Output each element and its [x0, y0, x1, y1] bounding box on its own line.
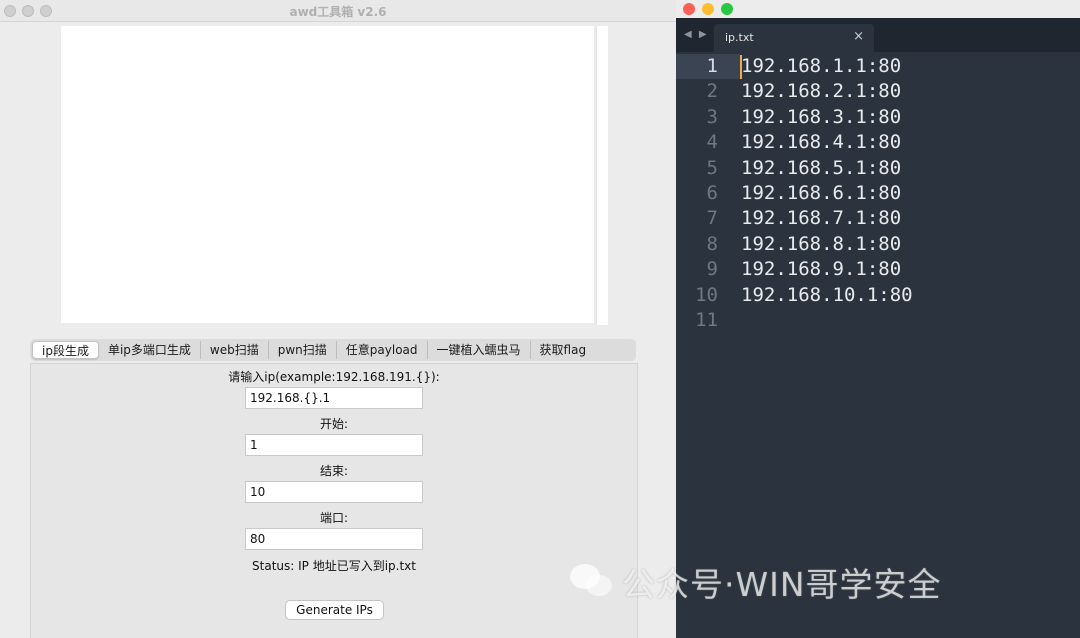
- end-input[interactable]: 10: [245, 481, 423, 503]
- code-line: 192.168.9.1:80: [741, 258, 902, 280]
- tab-1[interactable]: 单ip多端口生成: [99, 341, 201, 359]
- line-number: 11: [695, 309, 718, 331]
- tool-window-title: awd工具箱 v2.6: [289, 5, 387, 19]
- code-line: 192.168.8.1:80: [741, 233, 902, 255]
- code-line: 192.168.3.1:80: [741, 106, 902, 128]
- line-number: 10: [695, 284, 718, 306]
- editor-zoom-window-icon[interactable]: [721, 3, 733, 15]
- line-number: 7: [706, 207, 718, 229]
- output-scrollbar[interactable]: [596, 26, 608, 325]
- editor-close-window-icon[interactable]: [683, 3, 695, 15]
- port-label: 端口:: [319, 511, 349, 525]
- line-number: 5: [706, 157, 718, 179]
- editor-titlebar: [676, 0, 1080, 18]
- tab-5[interactable]: 一键植入蠕虫马: [428, 341, 531, 359]
- tab-6[interactable]: 获取flag: [531, 341, 596, 359]
- tab-0[interactable]: ip段生成: [32, 341, 99, 359]
- code-line: 192.168.4.1:80: [741, 131, 902, 153]
- screen: awd工具箱 v2.6 ip段生成 单ip多端口生成 web扫描 pwn扫描 任意pay…: [0, 0, 1080, 638]
- start-input[interactable]: 1: [245, 434, 423, 456]
- editor-window-controls: [683, 3, 733, 15]
- code-line: 192.168.1.1:80: [741, 55, 902, 77]
- awd-tool-window: awd工具箱 v2.6 ip段生成 单ip多端口生成 web扫描 pwn扫描 任意pay…: [0, 0, 676, 638]
- ip-pattern-label: 请输入ip(example:192.168.191.{}):: [228, 370, 440, 384]
- line-number: 9: [706, 258, 718, 280]
- line-number: 3: [706, 106, 718, 128]
- watermark-text: 公众号·WIN哥学安全: [622, 565, 942, 604]
- port-input[interactable]: 80: [245, 528, 423, 550]
- tool-titlebar: awd工具箱 v2.6: [0, 0, 676, 22]
- code-line: 192.168.2.1:80: [741, 80, 902, 102]
- line-number: 1: [706, 55, 718, 77]
- tab-4[interactable]: 任意payload: [337, 341, 428, 359]
- editor-minimize-window-icon[interactable]: [702, 3, 714, 15]
- line-number: 4: [706, 131, 718, 153]
- code-line: 192.168.10.1:80: [741, 284, 913, 306]
- close-tab-icon[interactable]: ×: [853, 29, 864, 44]
- editor-tab-bar: ◀ ▶ ip.txt ×: [676, 18, 1080, 52]
- ip-pattern-input[interactable]: 192.168.{}.1: [245, 387, 423, 409]
- wechat-logo-icon: [568, 562, 614, 602]
- code-line: 192.168.5.1:80: [741, 157, 902, 179]
- tab-ip-txt[interactable]: ip.txt ×: [714, 24, 874, 52]
- tool-tab-bar: ip段生成 单ip多端口生成 web扫描 pwn扫描 任意payload 一键植入蠕虫马获…: [30, 339, 636, 361]
- line-number: 8: [706, 233, 718, 255]
- tab-3[interactable]: pwn扫描: [269, 341, 337, 359]
- end-label: 结束:: [319, 464, 349, 478]
- editor-window: ◀ ▶ ip.txt × 1 192.168.1.1:80 2 192.168.2.1…: [676, 0, 1080, 638]
- start-label: 开始:: [319, 417, 349, 431]
- tab-label: ip.txt: [725, 31, 754, 44]
- tab-navigation-arrows-icon[interactable]: ◀ ▶: [684, 29, 709, 40]
- line-number: 6: [706, 182, 718, 204]
- line-number: 2: [706, 80, 718, 102]
- tab-2[interactable]: web扫描: [201, 341, 269, 359]
- wechat-watermark: 公众号·WIN哥学安全: [568, 558, 942, 606]
- code-line: 192.168.7.1:80: [741, 207, 902, 229]
- output-text-area[interactable]: [61, 26, 594, 323]
- code-line: 192.168.6.1:80: [741, 182, 902, 204]
- generate-ips-button[interactable]: Generate IPs: [285, 600, 384, 620]
